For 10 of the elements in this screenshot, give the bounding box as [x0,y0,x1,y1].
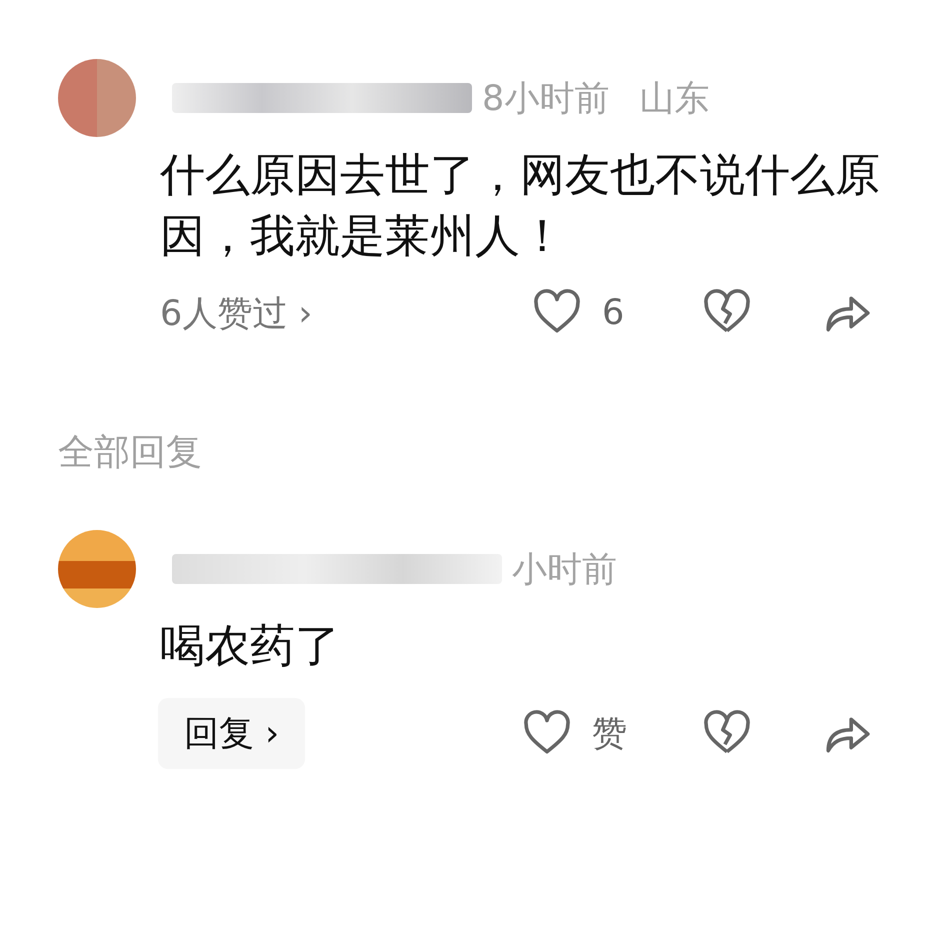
comment-text: 喝农药了 [160,618,341,674]
like-count: 6 [602,293,626,333]
like-label[interactable]: 赞 [592,710,632,757]
location: 山东 [639,78,710,120]
comment-text: 什么原因去世了，网友也不说什么原因，我就是莱州人！ [160,147,880,264]
post-time: 小时前 [512,548,617,592]
likers-link[interactable]: 6人赞过 › [160,290,312,336]
post-time: 8小时前 [482,78,610,120]
reply-button[interactable]: 回复 › [158,698,306,769]
replies-heading: 全部回复 [58,431,203,475]
